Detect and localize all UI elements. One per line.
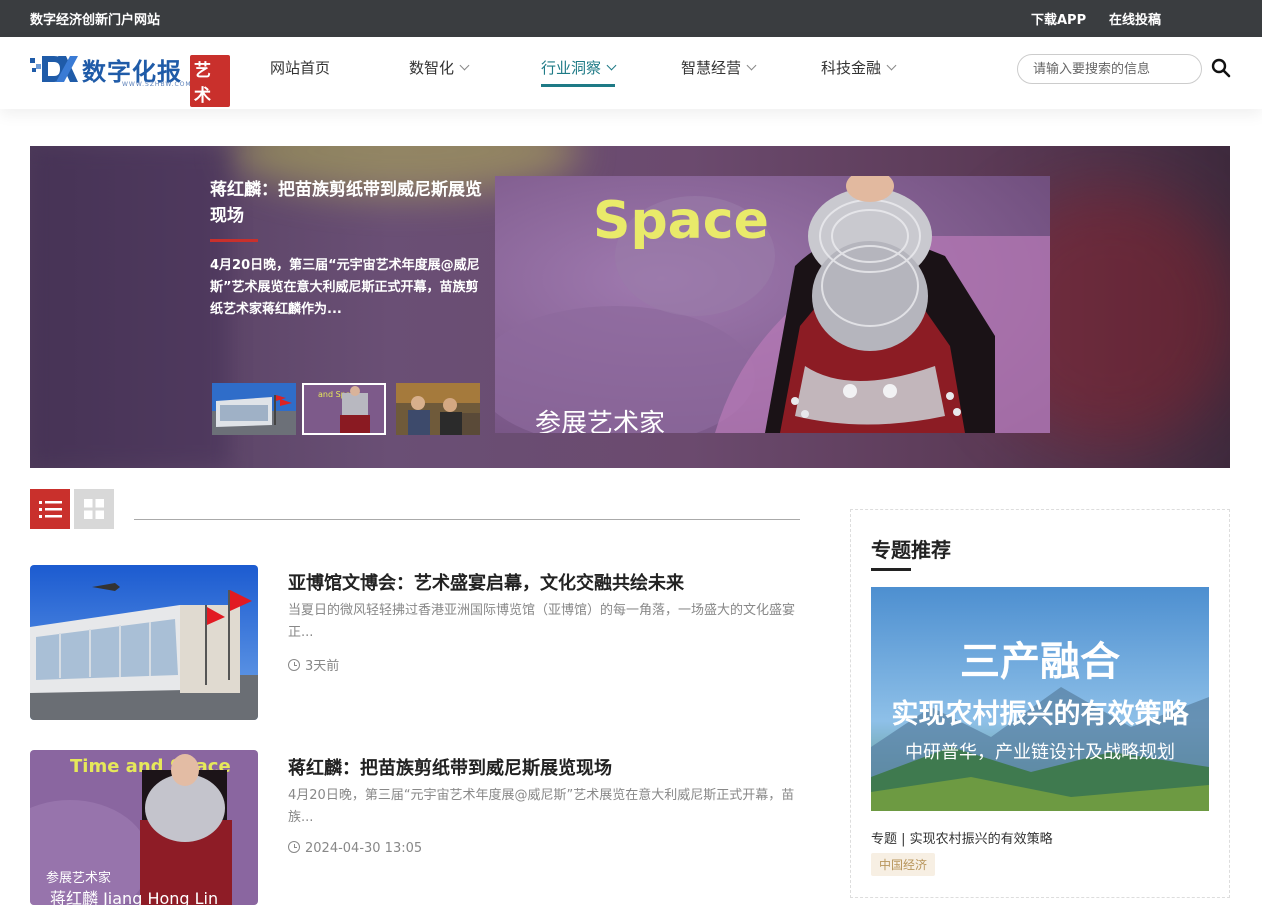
search-box — [1017, 54, 1202, 84]
article-timestamp: 2024-04-30 13:05 — [288, 840, 422, 856]
artist-portrait-image: Time and Space 参展艺术家 蒋红麟 Jiang Hong Lin — [30, 750, 258, 905]
list-item: Time and Space 参展艺术家 蒋红麟 Jiang Hong Lin … — [30, 750, 810, 905]
nav-item-label: 数智化 — [409, 59, 455, 77]
topic-caption-link[interactable]: 专题 | 实现农村振兴的有效策略 — [871, 828, 1053, 847]
carousel-title-underline — [210, 239, 258, 242]
artist-portrait-thumb: and Space — [304, 385, 384, 433]
download-app-link[interactable]: 下载APP — [1031, 9, 1086, 28]
panel-title-underline — [871, 568, 911, 571]
panel-title: 专题推荐 — [871, 538, 951, 562]
article-thumbnail[interactable]: Time and Space 参展艺术家 蒋红麟 Jiang Hong Lin — [30, 750, 258, 905]
image-text-space: Space — [593, 191, 769, 251]
search-icon[interactable] — [1211, 58, 1231, 78]
logo-badge: 艺术 — [190, 55, 230, 107]
carousel-thumb-3[interactable] — [396, 383, 480, 435]
nav-item-digital[interactable]: 数智化 — [409, 57, 470, 87]
grid-view-button[interactable] — [74, 489, 114, 529]
logo-mark-icon — [30, 56, 78, 82]
hero-carousel: 蒋红麟：把苗族剪纸带到威尼斯展览现场 4月20日晚，第三届“元宇宙艺术年度展@威… — [30, 146, 1230, 468]
article-timestamp: 3天前 — [288, 655, 339, 674]
expo-building-thumb — [212, 383, 296, 435]
timestamp-text: 3天前 — [305, 659, 340, 674]
carousel-description: 4月20日晚，第三届“元宇宙艺术年度展@威尼斯”艺术展览在意大利威尼斯正式开幕，… — [210, 258, 480, 317]
carousel-thumb-1[interactable] — [212, 383, 296, 435]
submit-online-link[interactable]: 在线投稿 — [1109, 9, 1161, 28]
search-input[interactable] — [1033, 55, 1193, 83]
chevron-down-icon — [459, 60, 470, 71]
topic-banner-image[interactable]: 三产融合 实现农村振兴的有效策略 中研普华，产业链设计及战略规划 — [871, 587, 1209, 811]
top-bar: 数字经济创新门户网站 下载APP 在线投稿 — [0, 0, 1262, 37]
chevron-down-icon — [746, 60, 757, 71]
image-text-artist: 参展艺术家 — [535, 409, 665, 433]
article-thumbnail[interactable] — [30, 565, 258, 720]
article-summary: 当夏日的微风轻轻拂过香港亚洲国际博览馆（亚博馆）的每一角落，一场盛大的文化盛宴正… — [288, 603, 796, 640]
banner-footer: 中研普华，产业链设计及战略规划 — [905, 742, 1175, 763]
people-thumb — [396, 383, 480, 435]
chevron-down-icon — [606, 60, 617, 71]
carousel-title[interactable]: 蒋红麟：把苗族剪纸带到威尼斯展览现场 — [210, 177, 490, 229]
nav-item-label: 科技金融 — [821, 59, 882, 77]
logo-url: WWW.SZHBW.COM — [122, 81, 192, 88]
article-summary: 4月20日晚，第三届“元宇宙艺术年度展@威尼斯”艺术展览在意大利威尼斯正式开幕，… — [288, 788, 795, 825]
chevron-down-icon — [886, 60, 897, 71]
grid-icon — [84, 499, 104, 519]
nav-item-industry-insight[interactable]: 行业洞察 — [541, 57, 617, 87]
nav-item-fintech[interactable]: 科技金融 — [821, 57, 897, 87]
carousel-main-image[interactable]: Space 参展艺术家 — [495, 176, 1050, 433]
nav-item-label: 行业洞察 — [541, 59, 602, 77]
site-logo[interactable]: 数字化报 艺术 WWW.SZHBW.COM — [30, 52, 230, 107]
carousel-thumb-2[interactable]: and Space — [302, 383, 386, 435]
divider — [134, 519, 800, 520]
main-header: 数字化报 艺术 WWW.SZHBW.COM 网站首页 数智化 行业洞察 智慧经营… — [0, 37, 1262, 109]
nav-item-label: 智慧经营 — [681, 59, 742, 77]
list-icon — [39, 501, 62, 518]
nav-item-home[interactable]: 网站首页 — [270, 57, 330, 87]
background-blur — [30, 146, 230, 468]
clock-icon — [288, 659, 300, 671]
expo-building-image — [30, 565, 258, 720]
list-item: 亚博馆文博会：艺术盛宴启幕，文化交融共绘未来 当夏日的微风轻轻拂过香港亚洲国际博… — [30, 565, 810, 720]
banner-headline: 三产融合 — [960, 639, 1120, 685]
nav-item-smart-business[interactable]: 智慧经营 — [681, 57, 757, 87]
list-view-button[interactable] — [30, 489, 70, 529]
category-tag[interactable]: 中国经济 — [871, 853, 936, 876]
rural-landscape-banner: 三产融合 实现农村振兴的有效策略 中研普华，产业链设计及战略规划 — [871, 587, 1209, 811]
thumb-caption: 蒋红麟 Jiang Hong Lin — [50, 889, 218, 905]
timestamp-text: 2024-04-30 13:05 — [305, 841, 423, 856]
artist-photo: Space 参展艺术家 — [495, 176, 1050, 433]
thumb-caption: 参展艺术家 — [46, 870, 111, 886]
banner-subheadline: 实现农村振兴的有效策略 — [892, 698, 1190, 730]
clock-icon — [288, 841, 300, 853]
nav-item-label: 网站首页 — [270, 59, 331, 77]
article-title[interactable]: 蒋红麟：把苗族剪纸带到威尼斯展览现场 — [288, 754, 612, 780]
article-title[interactable]: 亚博馆文博会：艺术盛宴启幕，文化交融共绘未来 — [288, 569, 684, 595]
featured-topics-panel: 专题推荐 三产融合 实现农村振兴的有效策略 中研普华，产业链设计及战略规划 专题… — [850, 509, 1230, 898]
site-tagline: 数字经济创新门户网站 — [30, 13, 161, 28]
